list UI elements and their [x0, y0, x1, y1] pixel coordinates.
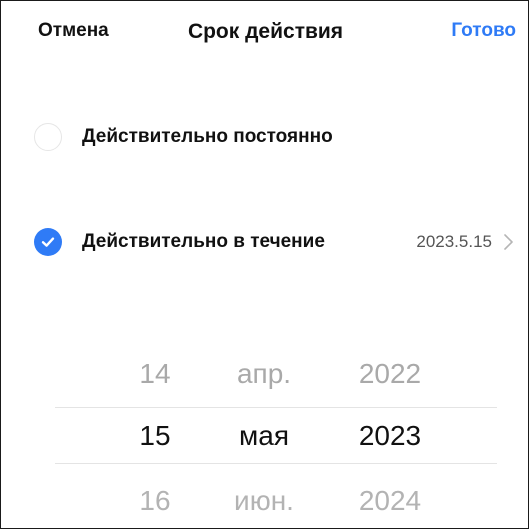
picker-month-next[interactable]: июн.	[222, 485, 306, 517]
picker-year-selected[interactable]: 2023	[340, 420, 440, 452]
picker-year-prev[interactable]: 2022	[340, 358, 440, 390]
picker-year-next[interactable]: 2024	[340, 485, 440, 517]
picker-day-prev[interactable]: 14	[118, 358, 192, 390]
picker-separator-bottom	[55, 463, 497, 464]
picker-day-selected[interactable]: 15	[118, 420, 192, 452]
picker-month-selected[interactable]: мая	[222, 420, 306, 452]
date-picker[interactable]: 14 апр. 2022 15 мая 2023 16 июн. 2024	[0, 340, 531, 531]
option-valid-until[interactable]: Действительно в течение 2023.5.15	[0, 217, 531, 267]
picker-day-next[interactable]: 16	[118, 485, 192, 517]
option-permanent-label: Действительно постоянно	[82, 126, 333, 147]
option-valid-until-label: Действительно в течение	[82, 231, 325, 252]
radio-unchecked-icon[interactable]	[34, 123, 62, 151]
picker-month-prev[interactable]: апр.	[222, 358, 306, 390]
expiry-date-value[interactable]: 2023.5.15	[416, 232, 492, 252]
chevron-right-icon	[504, 234, 513, 250]
option-permanent[interactable]: Действительно постоянно	[0, 112, 531, 162]
done-button[interactable]: Готово	[451, 20, 516, 42]
cancel-button[interactable]: Отмена	[38, 20, 109, 42]
radio-checked-icon[interactable]	[34, 228, 62, 256]
header-bar: Отмена Срок действия Готово	[0, 0, 531, 64]
picker-separator-top	[55, 407, 497, 408]
